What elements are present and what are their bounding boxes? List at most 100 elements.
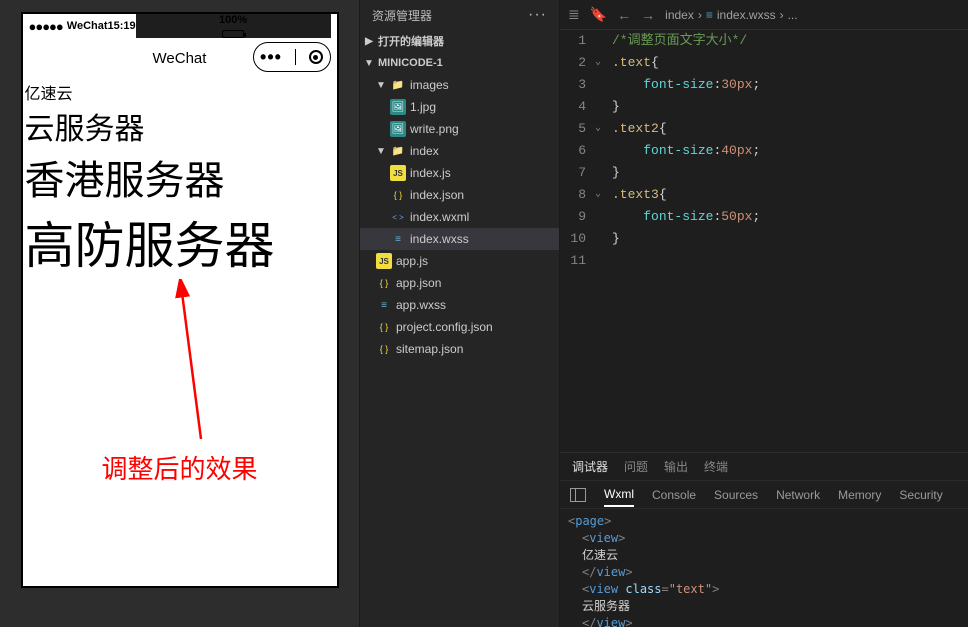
code-line[interactable]: } xyxy=(612,96,968,118)
page-line-0: 亿速云 xyxy=(25,80,335,104)
wxml-file-icon xyxy=(390,209,406,225)
file-label: sitemap.json xyxy=(396,342,463,356)
breadcrumb-item[interactable]: index xyxy=(665,8,694,22)
chevron-down-icon: ▼ xyxy=(376,146,386,157)
folder-icon xyxy=(390,143,406,159)
code-line[interactable]: .text{ xyxy=(612,52,968,74)
explorer-more-icon[interactable]: ··· xyxy=(528,6,547,24)
folder-icon xyxy=(390,77,406,93)
fold-toggle-icon xyxy=(592,228,604,250)
open-editors-section[interactable]: ▶ 打开的编辑器 xyxy=(360,30,559,52)
code-line[interactable]: .text2{ xyxy=(612,118,968,140)
page-line-2: 香港服务器 xyxy=(25,148,335,206)
json-file-icon xyxy=(390,187,406,203)
simulator-panel: ●●●●● WeChat 15:19 100% WeChat ••• 亿速云 云… xyxy=(0,0,360,627)
tab-output[interactable]: 输出 xyxy=(664,458,688,475)
tab-network[interactable]: Network xyxy=(776,488,820,502)
tab-memory[interactable]: Memory xyxy=(838,488,881,502)
file-label: index.json xyxy=(410,188,464,202)
file-label: 1.jpg xyxy=(410,100,436,114)
file-tree: ▼ images 1.jpg write.png ▼ index index.j… xyxy=(360,74,559,360)
tab-problems[interactable]: 问题 xyxy=(624,458,648,475)
fold-toggle-icon xyxy=(592,30,604,52)
debugger-tab-row: 调试器 问题 输出 终端 xyxy=(560,453,968,481)
file-label: write.png xyxy=(410,122,459,136)
explorer-header: 资源管理器 ··· xyxy=(360,0,559,30)
navbar-title: WeChat xyxy=(153,50,207,67)
breadcrumb-item[interactable]: ... xyxy=(788,8,798,22)
code-area[interactable]: /*调整页面文字大小*/.text{ font-size:30px;}.text… xyxy=(606,30,968,452)
file-write-png[interactable]: write.png xyxy=(360,118,559,140)
file-label: index.js xyxy=(410,166,451,180)
code-line[interactable]: } xyxy=(612,162,968,184)
js-file-icon xyxy=(390,165,406,181)
folder-images[interactable]: ▼ images xyxy=(360,74,559,96)
breadcrumb-item[interactable]: index.wxss xyxy=(717,8,776,22)
battery-percent: 100% xyxy=(219,14,247,26)
chevron-down-icon: ▼ xyxy=(364,58,374,69)
explorer-title: 资源管理器 xyxy=(372,7,432,24)
element-picker-icon[interactable] xyxy=(570,488,586,502)
file-project-config-json[interactable]: project.config.json xyxy=(360,316,559,338)
chevron-right-icon: ▶ xyxy=(364,36,374,47)
devtools-tab-row: Wxml Console Sources Network Memory Secu… xyxy=(560,481,968,509)
file-index-wxss[interactable]: index.wxss xyxy=(360,228,559,250)
code-line[interactable]: font-size:30px; xyxy=(612,74,968,96)
editor-pane: ≣ 🔖 ← → index › ≡ index.wxss › ... 12345… xyxy=(560,0,968,627)
editor-toolbar: ≣ 🔖 ← → index › ≡ index.wxss › ... xyxy=(560,0,968,30)
fold-toggle-icon xyxy=(592,74,604,96)
project-root-section[interactable]: ▼ MINICODE-1 xyxy=(360,52,559,74)
image-file-icon xyxy=(390,121,406,137)
file-index-wxml[interactable]: index.wxml xyxy=(360,206,559,228)
breadcrumb[interactable]: index › ≡ index.wxss › ... xyxy=(665,8,797,22)
code-line[interactable] xyxy=(612,250,968,272)
folder-index[interactable]: ▼ index xyxy=(360,140,559,162)
fold-toggle-icon xyxy=(592,96,604,118)
code-line[interactable]: .text3{ xyxy=(612,184,968,206)
page-line-3: 高防服务器 xyxy=(25,206,335,278)
file-index-js[interactable]: index.js xyxy=(360,162,559,184)
file-1-jpg[interactable]: 1.jpg xyxy=(360,96,559,118)
folder-label: index xyxy=(410,144,439,158)
code-line[interactable]: } xyxy=(612,228,968,250)
file-app-wxss[interactable]: app.wxss xyxy=(360,294,559,316)
fold-toggle-icon[interactable]: ⌄ xyxy=(592,184,604,206)
code-line[interactable]: font-size:50px; xyxy=(612,206,968,228)
annotation-arrow-icon xyxy=(173,279,213,449)
carrier-label: WeChat xyxy=(67,20,108,32)
fold-toggle-icon[interactable]: ⌄ xyxy=(592,52,604,74)
capsule-menu[interactable]: ••• xyxy=(253,42,331,72)
tab-console[interactable]: Console xyxy=(652,488,696,502)
fold-toggle-icon[interactable]: ⌄ xyxy=(592,118,604,140)
js-file-icon xyxy=(376,253,392,269)
nav-back-icon[interactable]: ← xyxy=(617,7,631,23)
battery-icon xyxy=(222,30,244,38)
phone-frame: ●●●●● WeChat 15:19 100% WeChat ••• 亿速云 云… xyxy=(21,12,339,588)
file-app-js[interactable]: app.js xyxy=(360,250,559,272)
capsule-close-icon[interactable] xyxy=(309,50,323,64)
open-editors-label: 打开的编辑器 xyxy=(378,33,444,49)
list-icon[interactable]: ≣ xyxy=(568,6,580,23)
chevron-down-icon: ▼ xyxy=(376,80,386,91)
tab-debugger[interactable]: 调试器 xyxy=(572,458,608,475)
wxml-inspector[interactable]: <page><view>亿速云</view><view class="text"… xyxy=(560,509,968,627)
fold-toggle-icon xyxy=(592,206,604,228)
nav-forward-icon[interactable]: → xyxy=(641,7,655,23)
code-line[interactable]: font-size:40px; xyxy=(612,140,968,162)
bookmark-icon[interactable]: 🔖 xyxy=(590,6,607,23)
tab-security[interactable]: Security xyxy=(899,488,942,502)
tab-wxml[interactable]: Wxml xyxy=(604,487,634,507)
signal-dots-icon: ●●●●● xyxy=(29,19,63,34)
tab-terminal[interactable]: 终端 xyxy=(704,458,728,475)
json-file-icon xyxy=(376,275,392,291)
file-label: index.wxml xyxy=(410,210,469,224)
code-editor[interactable]: 1234567891011 ⌄⌄⌄ /*调整页面文字大小*/.text{ fon… xyxy=(560,30,968,452)
code-line[interactable]: /*调整页面文字大小*/ xyxy=(612,30,968,52)
file-app-json[interactable]: app.json xyxy=(360,272,559,294)
wxss-file-icon xyxy=(376,297,392,313)
tab-sources[interactable]: Sources xyxy=(714,488,758,502)
fold-toggle-icon xyxy=(592,140,604,162)
file-index-json[interactable]: index.json xyxy=(360,184,559,206)
file-label: project.config.json xyxy=(396,320,493,334)
file-sitemap-json[interactable]: sitemap.json xyxy=(360,338,559,360)
